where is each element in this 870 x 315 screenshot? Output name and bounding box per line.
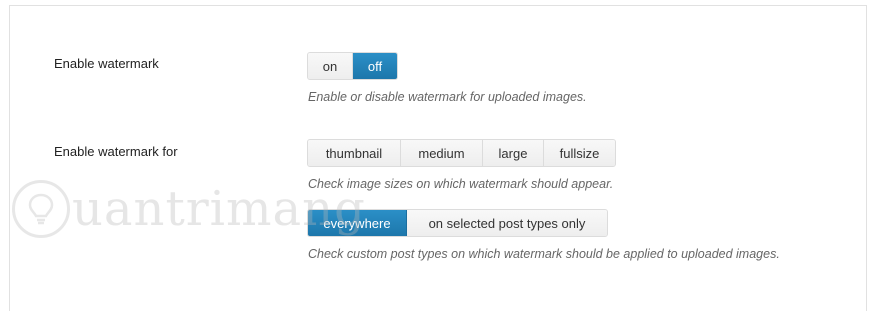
post-types-description: Check custom post types on which waterma… [308,247,780,261]
enable-watermark-for-label: Enable watermark for [54,144,178,159]
post-types-selector: everywhere on selected post types only [307,209,608,237]
watermark-off-button[interactable]: off [353,53,397,79]
size-medium-button[interactable]: medium [401,140,483,166]
image-sizes-description: Check image sizes on which watermark sho… [308,177,614,191]
size-thumbnail-button[interactable]: thumbnail [308,140,401,166]
size-fullsize-button[interactable]: fullsize [544,140,615,166]
enable-watermark-description: Enable or disable watermark for uploaded… [308,90,587,104]
enable-watermark-label: Enable watermark [54,56,159,71]
everywhere-button[interactable]: everywhere [308,210,407,236]
enable-watermark-toggle: on off [307,52,398,80]
selected-post-types-button[interactable]: on selected post types only [407,210,607,236]
watermark-on-button[interactable]: on [308,53,353,79]
size-large-button[interactable]: large [483,140,544,166]
image-sizes-selector: thumbnail medium large fullsize [307,139,616,167]
